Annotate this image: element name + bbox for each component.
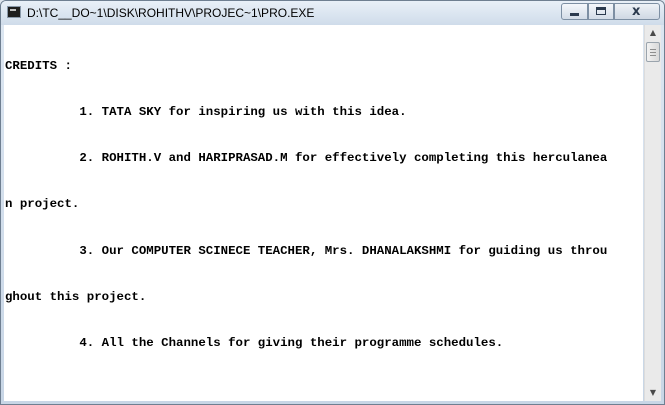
console-line: 4. All the Channels for giving their pro…: [5, 336, 504, 351]
scrollbar-thumb[interactable]: [646, 42, 660, 62]
close-icon: x: [632, 4, 641, 19]
scroll-down-arrow-icon[interactable]: ▼: [645, 385, 661, 401]
console-line: CREDITS :: [5, 58, 72, 73]
console-window: D:\TC__DO~1\DISK\ROHITHV\PROJEC~1\PRO.EX…: [0, 0, 665, 405]
console-line: ghout this project.: [5, 289, 147, 304]
console-line: 3. Our COMPUTER SCINECE TEACHER, Mrs. DH…: [5, 243, 608, 258]
close-button[interactable]: x: [614, 3, 660, 20]
console-line: 2. ROHITH.V and HARIPRASAD.M for effecti…: [5, 151, 608, 166]
vertical-scrollbar[interactable]: ▲ ▼: [644, 25, 661, 401]
thumb-grip-line: [650, 52, 656, 53]
console-app-icon[interactable]: [7, 6, 21, 18]
console-text: CREDITS : 1. TATA SKY for inspiring us w…: [4, 25, 643, 382]
window-title: D:\TC__DO~1\DISK\ROHITHV\PROJEC~1\PRO.EX…: [27, 6, 315, 20]
scroll-up-arrow-icon[interactable]: ▲: [645, 25, 661, 41]
maximize-icon: [596, 7, 606, 15]
thumb-grip-line: [650, 49, 656, 50]
console-line: 1. TATA SKY for inspiring us with this i…: [5, 105, 407, 120]
maximize-button[interactable]: [588, 3, 614, 20]
console-output-area[interactable]: CREDITS : 1. TATA SKY for inspiring us w…: [4, 25, 643, 401]
thumb-grip-line: [650, 55, 656, 56]
minimize-button[interactable]: [561, 3, 588, 20]
title-bar[interactable]: D:\TC__DO~1\DISK\ROHITHV\PROJEC~1\PRO.EX…: [1, 1, 664, 25]
console-line: n project.: [5, 197, 80, 212]
minimize-icon: [570, 13, 579, 16]
